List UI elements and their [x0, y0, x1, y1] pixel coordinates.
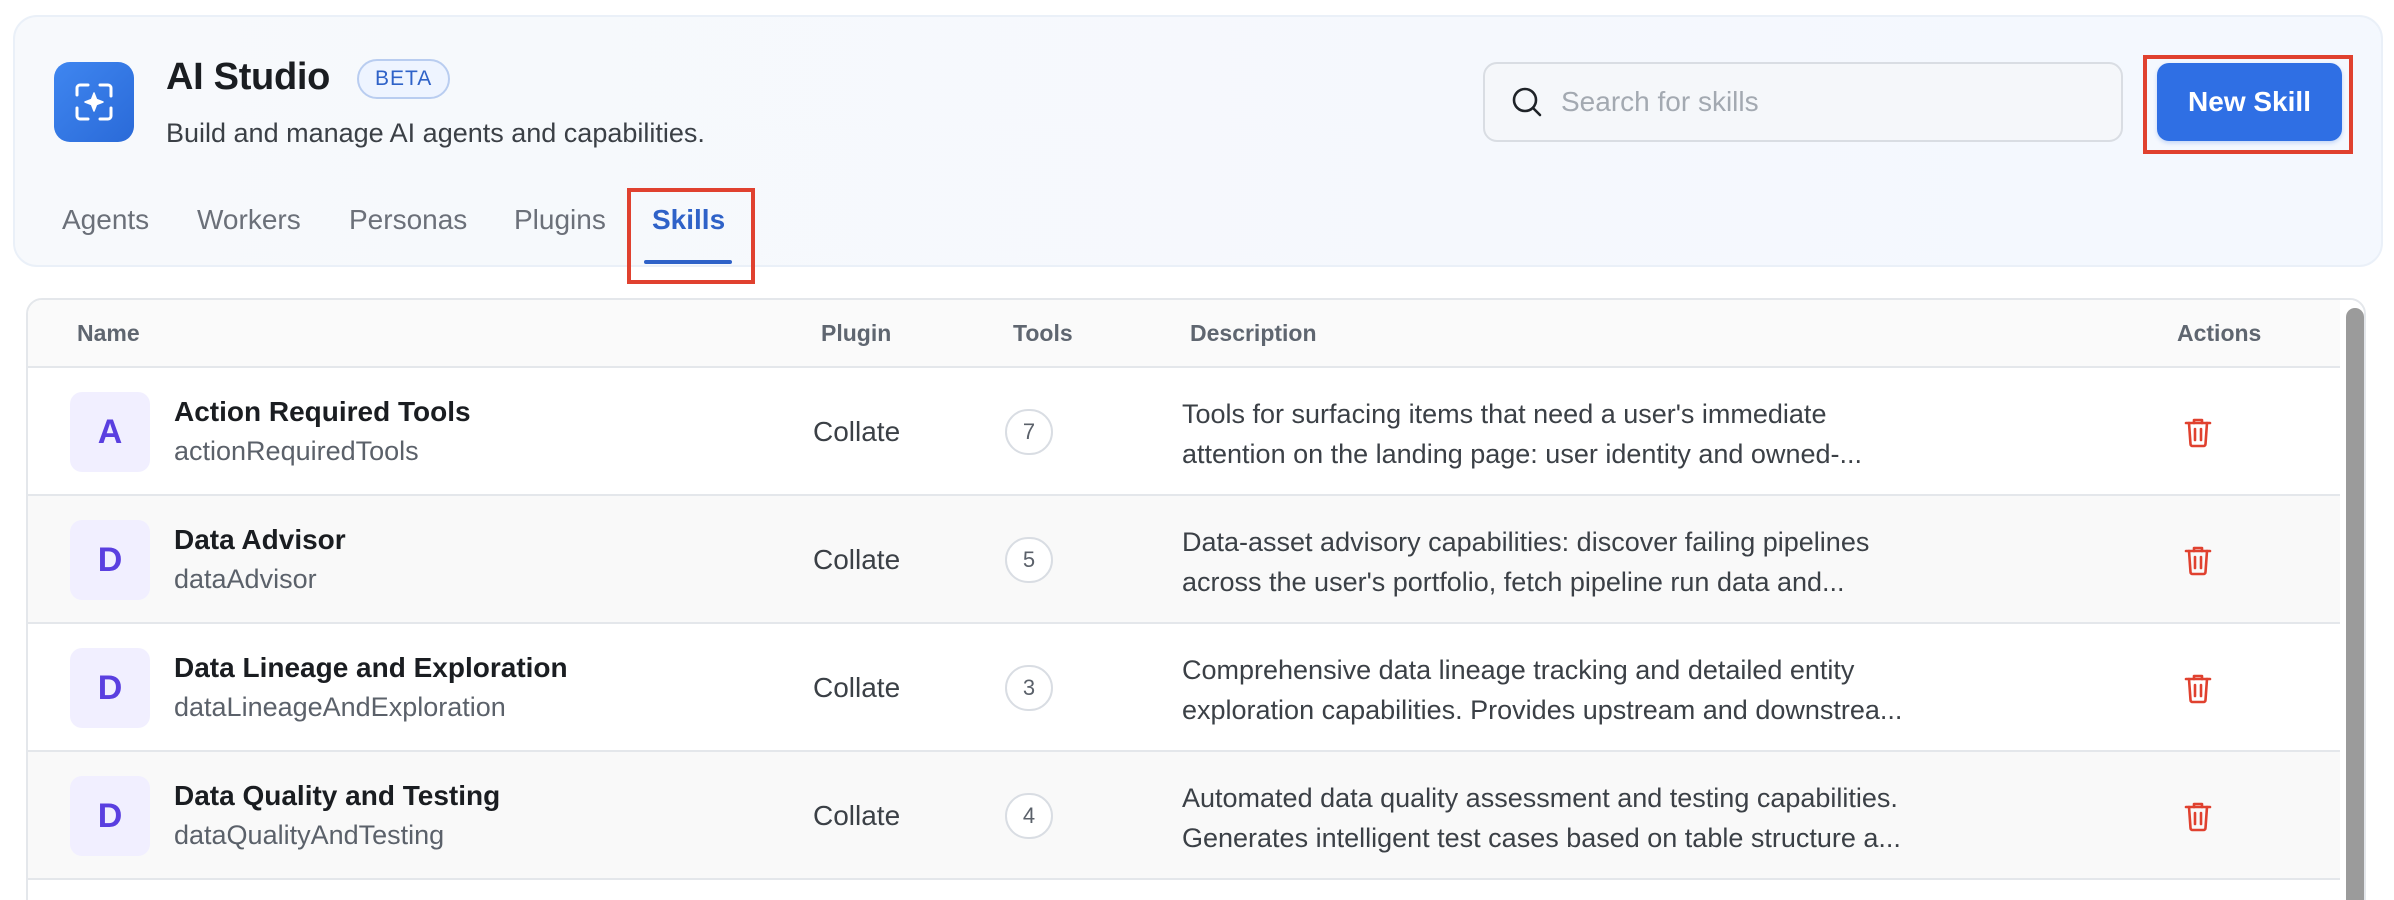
description-line: Data-asset advisory capabilities: discov…	[1182, 527, 1870, 557]
skill-plugin: Collate	[813, 672, 901, 703]
trash-icon	[2184, 546, 2212, 576]
table-row[interactable]: D Data Lineage and Exploration dataLinea…	[28, 624, 2340, 752]
description-line: Tools for surfacing items that need a us…	[1182, 399, 1827, 429]
delete-button[interactable]	[2178, 796, 2218, 836]
column-header-description[interactable]: Description	[1190, 320, 1317, 347]
skill-avatar: D	[70, 648, 150, 728]
app-logo	[54, 62, 134, 142]
description-line: across the user's portfolio, fetch pipel…	[1182, 567, 1845, 597]
trash-icon	[2184, 674, 2212, 704]
skill-name[interactable]: Action Required Tools	[174, 396, 471, 428]
delete-button[interactable]	[2178, 668, 2218, 708]
skill-avatar: D	[70, 776, 150, 856]
description-line: attention on the landing page: user iden…	[1182, 439, 1862, 469]
table-row[interactable]: A Action Required Tools actionRequiredTo…	[28, 368, 2340, 496]
search-input[interactable]	[1561, 86, 2101, 118]
skill-plugin: Collate	[813, 544, 901, 575]
skill-name[interactable]: Data Quality and Testing	[174, 780, 500, 812]
column-header-actions: Actions	[2177, 320, 2262, 346]
skill-name[interactable]: Data Lineage and Exploration	[174, 652, 568, 684]
skill-description: Tools for surfacing items that need a us…	[1182, 394, 1982, 474]
delete-button[interactable]	[2178, 540, 2218, 580]
skills-table: Name Plugin Tools Description Actions A …	[26, 298, 2366, 900]
table-row[interactable]: D Data Quality and Testing dataQualityAn…	[28, 752, 2340, 880]
skill-id: dataQualityAndTesting	[174, 820, 445, 850]
column-header-plugin[interactable]: Plugin	[821, 320, 891, 347]
table-row[interactable]: D Data Advisor dataAdvisor Collate 5 Dat…	[28, 496, 2340, 624]
tab-personas[interactable]: Personas	[349, 204, 467, 236]
tools-count-badge: 4	[1005, 793, 1053, 839]
skill-description: Comprehensive data lineage tracking and …	[1182, 650, 1982, 730]
description-line: Generates intelligent test cases based o…	[1182, 823, 1901, 853]
tools-count-badge: 5	[1005, 537, 1053, 583]
description-line: exploration capabilities. Provides upstr…	[1182, 695, 1903, 725]
table-header: Name Plugin Tools Description Actions	[28, 300, 2340, 368]
page-subtitle: Build and manage AI agents and capabilit…	[166, 118, 705, 148]
skill-id: dataAdvisor	[174, 564, 317, 594]
skill-id: actionRequiredTools	[174, 436, 419, 466]
skill-description: Data-asset advisory capabilities: discov…	[1182, 522, 1982, 602]
skill-description: Automated data quality assessment and te…	[1182, 778, 1982, 858]
page-title: AI Studio	[166, 56, 331, 98]
tab-plugins[interactable]: Plugins	[514, 204, 606, 236]
skill-avatar: D	[70, 520, 150, 600]
search-box[interactable]	[1483, 62, 2123, 142]
tab-workers[interactable]: Workers	[197, 204, 301, 236]
description-line: Comprehensive data lineage tracking and …	[1182, 655, 1855, 685]
description-line: Automated data quality assessment and te…	[1182, 783, 1898, 813]
skill-id: dataLineageAndExploration	[174, 692, 506, 722]
trash-icon	[2184, 418, 2212, 448]
tools-count-badge: 7	[1005, 409, 1053, 455]
skill-name[interactable]: Data Advisor	[174, 524, 346, 556]
scrollbar-thumb[interactable]	[2346, 308, 2364, 900]
column-header-tools[interactable]: Tools	[1013, 320, 1073, 347]
column-header-name[interactable]: Name	[77, 320, 140, 347]
tab-agents[interactable]: Agents	[62, 204, 149, 236]
new-skill-button[interactable]: New Skill	[2157, 63, 2342, 141]
beta-badge: BETA	[357, 59, 451, 99]
skills-tab-highlight	[627, 188, 755, 284]
sparkle-frame-icon	[75, 83, 113, 121]
skill-plugin: Collate	[813, 416, 901, 447]
skill-avatar: A	[70, 392, 150, 472]
trash-icon	[2184, 802, 2212, 832]
delete-button[interactable]	[2178, 412, 2218, 452]
skill-plugin: Collate	[813, 800, 901, 831]
search-icon	[1512, 87, 1542, 117]
tools-count-badge: 3	[1005, 665, 1053, 711]
